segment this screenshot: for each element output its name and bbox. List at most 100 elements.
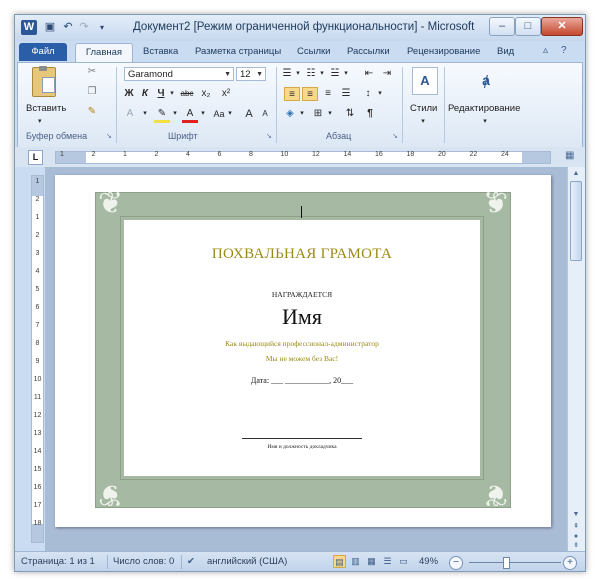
borders-dropdown-icon[interactable]: ▾ <box>326 107 334 121</box>
tab-mailings[interactable]: Рассылки <box>347 43 390 61</box>
zoom-slider-thumb[interactable] <box>503 557 511 569</box>
multilevel-dropdown-icon[interactable]: ▾ <box>342 67 350 81</box>
close-button[interactable]: ✕ <box>541 17 583 36</box>
date-line: Дата: ___ ___________, 20___ <box>124 376 480 385</box>
corner-ornament-icon: ❦ <box>98 478 124 511</box>
styles-icon[interactable]: A <box>412 67 438 95</box>
editing-dropdown-icon[interactable]: ▾ <box>480 115 490 129</box>
tab-insert[interactable]: Вставка <box>143 43 178 61</box>
tab-home[interactable]: Главная <box>75 43 133 63</box>
font-color-dropdown-icon[interactable]: ▾ <box>198 107 208 121</box>
page-count[interactable]: Страница: 1 из 1 <box>21 556 95 567</box>
change-case-dropdown-icon[interactable]: ▾ <box>226 107 234 121</box>
paste-dropdown-icon[interactable]: ▾ <box>38 115 42 129</box>
line-spacing-icon[interactable]: ↕ <box>360 87 376 101</box>
shading-icon[interactable]: ◈ <box>282 107 298 121</box>
scroll-thumb[interactable] <box>570 181 582 261</box>
tab-references[interactable]: Ссылки <box>297 43 330 61</box>
font-name-select[interactable]: Garamond ▼ <box>124 67 234 81</box>
maximize-button[interactable]: □ <box>515 17 541 36</box>
increase-indent-icon[interactable]: ⇥ <box>380 67 394 81</box>
tab-review[interactable]: Рецензирование <box>407 43 480 61</box>
save-icon[interactable]: ▣ <box>43 20 57 35</box>
certificate-body[interactable]: ПОХВАЛЬНАЯ ГРАМОТА НАГРАЖДАЕТСЯ Имя Как … <box>120 206 484 480</box>
show-formatting-button[interactable]: ¶ <box>362 107 378 121</box>
justify-icon[interactable]: ☰ <box>338 87 354 101</box>
scroll-down-icon[interactable]: ▼ <box>570 509 582 520</box>
paragraph-launcher-icon[interactable]: ↘ <box>392 132 398 140</box>
draft-view-icon[interactable]: ▭ <box>397 555 410 568</box>
multilevel-list-icon[interactable]: ☱ <box>328 67 342 81</box>
view-ruler-icon[interactable]: ▦ <box>565 150 577 162</box>
clipboard-group-label: Буфер обмена <box>26 131 88 141</box>
language-status[interactable]: английский (США) <box>207 556 287 567</box>
font-size-select[interactable]: 12 ▼ <box>236 67 266 81</box>
align-right-icon[interactable]: ≡ <box>320 87 336 101</box>
tab-file[interactable]: Файл <box>19 43 67 61</box>
underline-dropdown-icon[interactable]: ▾ <box>168 87 176 101</box>
zoom-slider-track[interactable] <box>469 562 561 563</box>
align-left-button[interactable]: ≡ <box>284 87 300 101</box>
decrease-indent-icon[interactable]: ⇤ <box>362 67 376 81</box>
print-layout-view-button[interactable]: ▤ <box>333 555 346 568</box>
help-icon[interactable]: ? <box>561 45 567 56</box>
font-launcher-icon[interactable]: ↘ <box>266 132 272 140</box>
web-layout-view-icon[interactable]: ▦ <box>365 555 378 568</box>
outline-view-icon[interactable]: ☰ <box>381 555 394 568</box>
borders-icon[interactable]: ⊞ <box>310 107 326 121</box>
paste-icon[interactable] <box>32 66 56 97</box>
highlight-dropdown-icon[interactable]: ▾ <box>170 107 180 121</box>
shrink-font-button[interactable]: A <box>258 107 272 121</box>
paste-button[interactable]: Вставить <box>26 103 66 114</box>
subscript-button[interactable]: x₂ <box>198 87 214 101</box>
text-effects-icon[interactable]: A <box>122 107 138 121</box>
copy-icon[interactable]: ❐ <box>84 85 100 99</box>
align-center-button[interactable]: ≡ <box>302 87 318 101</box>
grow-font-button[interactable]: A <box>242 107 256 121</box>
scroll-up-icon[interactable]: ▲ <box>570 168 582 179</box>
editing-button[interactable]: Редактирование <box>448 103 520 114</box>
tab-page-layout[interactable]: Разметка страницы <box>195 43 281 61</box>
minimize-ribbon-icon[interactable]: ▵ <box>543 45 548 56</box>
editing-icon[interactable]: ⱥ <box>474 67 498 93</box>
undo-icon[interactable]: ↶ <box>61 20 75 35</box>
tab-view[interactable]: Вид <box>497 43 514 61</box>
shading-dropdown-icon[interactable]: ▾ <box>298 107 306 121</box>
document-area[interactable]: ❦ ❦ ❦ ❦ ПОХВАЛЬНАЯ ГРАМОТА НАГРАЖДАЕТСЯ … <box>45 167 567 551</box>
bullets-dropdown-icon[interactable]: ▾ <box>294 67 302 81</box>
sort-icon[interactable]: ⇅ <box>342 107 358 121</box>
cut-icon[interactable]: ✂ <box>84 65 100 79</box>
zoom-level[interactable]: 49% <box>419 556 438 567</box>
text-effects-dropdown-icon[interactable]: ▾ <box>140 107 150 121</box>
styles-button[interactable]: Стили <box>410 103 437 114</box>
redo-icon[interactable]: ↷ <box>77 20 91 35</box>
numbering-dropdown-icon[interactable]: ▾ <box>318 67 326 81</box>
numbering-icon[interactable]: ☷ <box>304 67 318 81</box>
horizontal-ruler[interactable]: 1 2 1 2 4 6 8 10 12 14 16 18 20 22 24 <box>55 151 551 164</box>
zoom-out-button[interactable]: − <box>449 556 463 570</box>
word-logo-icon[interactable]: W <box>21 20 37 35</box>
word-count[interactable]: Число слов: 0 <box>113 556 174 567</box>
underline-button[interactable]: Ч <box>154 87 168 101</box>
tab-selector[interactable]: L <box>28 150 43 165</box>
font-color-icon[interactable]: A <box>182 107 198 123</box>
clipboard-launcher-icon[interactable]: ↘ <box>106 132 112 140</box>
italic-button[interactable]: К <box>138 87 152 101</box>
customize-qat-icon[interactable]: ▾ <box>95 20 109 35</box>
bullets-icon[interactable]: ☰ <box>280 67 294 81</box>
strikethrough-button[interactable]: abc <box>178 87 196 101</box>
superscript-button[interactable]: x² <box>218 87 234 101</box>
highlight-icon[interactable]: ✎ <box>154 107 170 123</box>
line-spacing-dropdown-icon[interactable]: ▾ <box>376 87 384 101</box>
minimize-button[interactable]: – <box>489 17 515 36</box>
vertical-scrollbar[interactable]: ▲ ▼ ⇞ ● ⇟ <box>567 167 585 551</box>
vertical-ruler[interactable]: 1 2 1 2 3 4 5 6 7 8 9 10 11 12 13 14 15 16 17 18 <box>31 175 44 543</box>
format-painter-icon[interactable]: ✎ <box>84 105 100 119</box>
bold-button[interactable]: Ж <box>122 87 136 101</box>
zoom-in-button[interactable]: + <box>563 556 577 570</box>
document-page[interactable]: ❦ ❦ ❦ ❦ ПОХВАЛЬНАЯ ГРАМОТА НАГРАЖДАЕТСЯ … <box>55 175 551 527</box>
proofing-icon[interactable]: ✔ <box>187 556 195 567</box>
next-page-icon[interactable]: ⇟ <box>570 540 582 551</box>
full-screen-reading-view-icon[interactable]: ▥ <box>349 555 362 568</box>
styles-dropdown-icon[interactable]: ▾ <box>418 115 428 129</box>
